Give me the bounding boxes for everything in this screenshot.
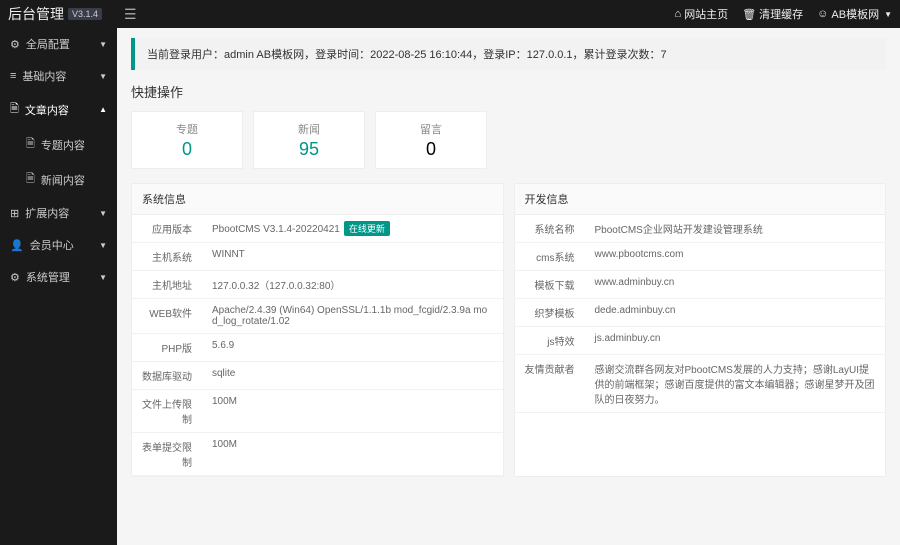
stat-cards: 专题 0 新闻 95 留言 0 — [131, 111, 886, 169]
table-row: 织梦模板dede.adminbuy.cn — [515, 299, 886, 327]
info-value: www.pbootcms.com — [585, 243, 886, 271]
system-info-table: 应用版本PbootCMS V3.1.4-20220421在线更新主机系统WINN… — [132, 215, 503, 476]
sidebar-sub-news[interactable]: 🗎新闻内容 — [0, 162, 117, 197]
version-badge: V3.1.4 — [68, 8, 102, 20]
sidebar-item-system-manage[interactable]: ⚙系统管理▼ — [0, 261, 117, 293]
info-key: 应用版本 — [132, 215, 202, 243]
info-value: 100M — [202, 433, 503, 476]
info-key: 文件上传限制 — [132, 390, 202, 433]
table-row: 表单提交限制100M — [132, 433, 503, 476]
table-row: PHP版5.6.9 — [132, 334, 503, 362]
info-key: 友情贡献者 — [515, 355, 585, 413]
grid-icon: ⊞ — [10, 207, 19, 220]
table-row: 应用版本PbootCMS V3.1.4-20220421在线更新 — [132, 215, 503, 243]
info-value: 100M — [202, 390, 503, 433]
info-key: 表单提交限制 — [132, 433, 202, 476]
chevron-down-icon: ▼ — [99, 209, 107, 218]
user-menu[interactable]: ☺AB模板网▼ — [817, 6, 892, 22]
table-row: 文件上传限制100M — [132, 390, 503, 433]
sidebar-item-global-config[interactable]: ⚙全局配置▼ — [0, 28, 117, 60]
sidebar-item-basic-content[interactable]: ≡基础内容▼ — [0, 60, 117, 92]
table-row: 模板下载www.adminbuy.cn — [515, 271, 886, 299]
info-value: 感谢交流群各网友对PbootCMS发展的人力支持；感谢LayUI提供的前端框架；… — [585, 355, 886, 413]
brand-title: 后台管理 — [8, 4, 64, 24]
table-row: 系统名称PbootCMS企业网站开发建设管理系统 — [515, 215, 886, 243]
table-row: 主机地址127.0.0.32（127.0.0.32:80） — [132, 271, 503, 299]
chevron-up-icon: ▲ — [99, 105, 107, 114]
info-value: sqlite — [202, 362, 503, 390]
user-icon: 👤 — [10, 239, 24, 252]
stat-label: 新闻 — [298, 121, 320, 137]
info-value: Apache/2.4.39 (Win64) OpenSSL/1.1.1b mod… — [202, 299, 503, 334]
stat-label: 专题 — [176, 121, 198, 137]
info-key: 主机地址 — [132, 271, 202, 299]
sidebar: ⚙全局配置▼ ≡基础内容▼ 🗎文章内容▲ 🗎专题内容 🗎新闻内容 ⊞扩展内容▼ … — [0, 28, 117, 545]
stat-label: 留言 — [420, 121, 442, 137]
info-value: 5.6.9 — [202, 334, 503, 362]
topbar-right: ⌂网站主页 🗑清理缓存 ☺AB模板网▼ — [675, 6, 892, 22]
info-value: js.adminbuy.cn — [585, 327, 886, 355]
info-value: PbootCMS企业网站开发建设管理系统 — [585, 215, 886, 243]
chevron-down-icon: ▼ — [99, 241, 107, 250]
stat-value: 0 — [182, 139, 192, 160]
home-link[interactable]: ⌂网站主页 — [675, 6, 729, 22]
stat-card-topic[interactable]: 专题 0 — [131, 111, 243, 169]
sidebar-item-extend-content[interactable]: ⊞扩展内容▼ — [0, 197, 117, 229]
chevron-down-icon: ▼ — [884, 10, 892, 19]
update-badge[interactable]: 在线更新 — [344, 221, 390, 236]
info-key: 数据库驱动 — [132, 362, 202, 390]
topbar: 后台管理 V3.1.4 ☰ ⌂网站主页 🗑清理缓存 ☺AB模板网▼ — [0, 0, 900, 28]
file-icon: 🗎 — [26, 170, 35, 189]
info-key: PHP版 — [132, 334, 202, 362]
sidebar-item-article-content[interactable]: 🗎文章内容▲ — [0, 92, 117, 127]
menu-toggle-icon[interactable]: ☰ — [124, 6, 137, 23]
info-key: 主机系统 — [132, 243, 202, 271]
file-icon: 🗎 — [26, 135, 35, 154]
gear-icon: ⚙ — [10, 271, 20, 284]
dev-info-table: 系统名称PbootCMS企业网站开发建设管理系统cms系统www.pbootcm… — [515, 215, 886, 413]
stat-card-message[interactable]: 留言 0 — [375, 111, 487, 169]
chevron-down-icon: ▼ — [99, 273, 107, 282]
sidebar-sub-topic[interactable]: 🗎专题内容 — [0, 127, 117, 162]
table-row: WEB软件Apache/2.4.39 (Win64) OpenSSL/1.1.1… — [132, 299, 503, 334]
system-info-panel: 系统信息 应用版本PbootCMS V3.1.4-20220421在线更新主机系… — [131, 183, 504, 477]
stat-value: 95 — [299, 139, 319, 160]
list-icon: ≡ — [10, 70, 16, 82]
table-row: 主机系统WINNT — [132, 243, 503, 271]
info-key: cms系统 — [515, 243, 585, 271]
user-icon: ☺ — [817, 8, 828, 20]
quick-actions-title: 快捷操作 — [131, 82, 886, 101]
main-content: 当前登录用户：admin AB模板网，登录时间：2022-08-25 16:10… — [117, 28, 900, 545]
stat-card-news[interactable]: 新闻 95 — [253, 111, 365, 169]
sidebar-item-member-center[interactable]: 👤会员中心▼ — [0, 229, 117, 261]
info-value: WINNT — [202, 243, 503, 271]
document-icon: 🗎 — [10, 100, 19, 119]
info-value: dede.adminbuy.cn — [585, 299, 886, 327]
chevron-down-icon: ▼ — [99, 72, 107, 81]
info-key: 模板下载 — [515, 271, 585, 299]
panel-header: 开发信息 — [515, 184, 886, 215]
trash-icon: 🗑 — [742, 8, 756, 21]
login-info-bar: 当前登录用户：admin AB模板网，登录时间：2022-08-25 16:10… — [131, 38, 886, 70]
table-row: cms系统www.pbootcms.com — [515, 243, 886, 271]
info-value: www.adminbuy.cn — [585, 271, 886, 299]
info-value: 127.0.0.32（127.0.0.32:80） — [202, 271, 503, 299]
info-key: WEB软件 — [132, 299, 202, 334]
gear-icon: ⚙ — [10, 38, 20, 51]
table-row: 数据库驱动sqlite — [132, 362, 503, 390]
info-key: js特效 — [515, 327, 585, 355]
stat-value: 0 — [426, 139, 436, 160]
info-value: PbootCMS V3.1.4-20220421在线更新 — [202, 215, 503, 243]
info-key: 织梦模板 — [515, 299, 585, 327]
table-row: js特效js.adminbuy.cn — [515, 327, 886, 355]
panel-header: 系统信息 — [132, 184, 503, 215]
table-row: 友情贡献者感谢交流群各网友对PbootCMS发展的人力支持；感谢LayUI提供的… — [515, 355, 886, 413]
chevron-down-icon: ▼ — [99, 40, 107, 49]
clear-cache-link[interactable]: 🗑清理缓存 — [742, 6, 803, 22]
dev-info-panel: 开发信息 系统名称PbootCMS企业网站开发建设管理系统cms系统www.pb… — [514, 183, 887, 477]
info-key: 系统名称 — [515, 215, 585, 243]
home-icon: ⌂ — [675, 8, 682, 20]
